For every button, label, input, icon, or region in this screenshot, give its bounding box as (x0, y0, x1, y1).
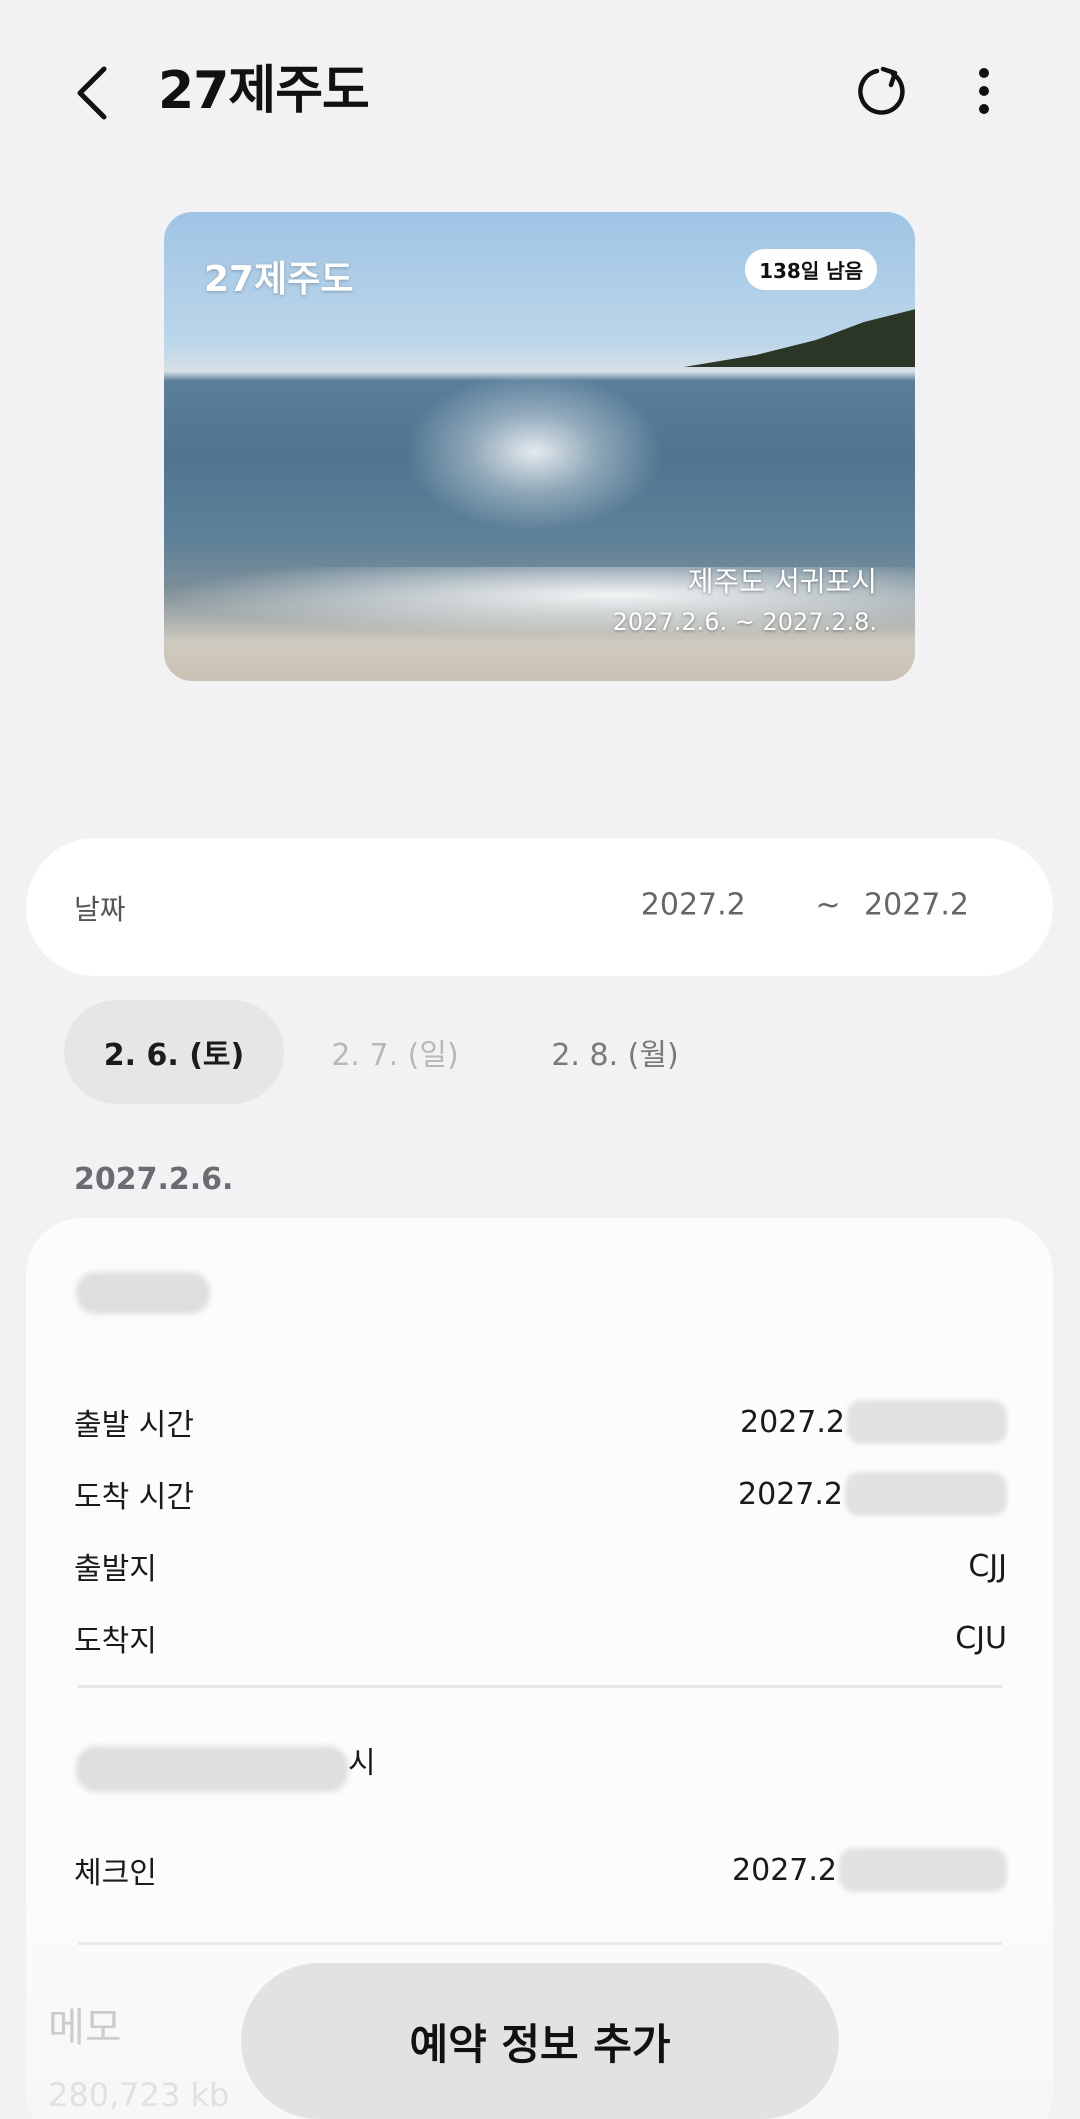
memo-label: 메모 (48, 2005, 122, 2051)
date-start: 2027.2 (640, 887, 746, 923)
tab-day-1[interactable]: 2. 6. (토) (64, 1000, 284, 1104)
back-button[interactable] (62, 58, 122, 128)
redacted-date-end (969, 886, 995, 926)
row-value: 2027.2 (740, 1400, 1007, 1444)
redacted-flight-title (76, 1272, 210, 1314)
card-dates: 2027.2.6. ~ 2027.2.8. (612, 608, 877, 636)
date-label: 날짜 (74, 893, 126, 926)
row-value: 2027.2 (738, 1472, 1007, 1516)
tab-day-2[interactable]: 2. 7. (일) (320, 1000, 470, 1104)
date-end: 2027.2 (864, 887, 969, 923)
refresh-button[interactable] (850, 60, 912, 122)
coastline-image (684, 307, 915, 367)
card-location: 제주도 서귀포시 (687, 565, 877, 598)
flight-row-origin[interactable]: 출발지 CJJ (74, 1536, 1007, 1596)
section-divider (78, 1685, 1002, 1688)
redacted-date-start (745, 886, 792, 926)
trip-cover-card[interactable]: 27제주도 138일 남음 제주도 서귀포시 2027.2.6. ~ 2027.… (164, 212, 915, 681)
app-header: 27제주도 (0, 0, 1080, 185)
row-label: 도착지 (74, 1624, 157, 1659)
days-left-badge: 138일 남음 (745, 249, 877, 290)
flight-row-arrival-time[interactable]: 도착 시간 2027.2 (74, 1464, 1007, 1524)
flight-row-departure-time[interactable]: 출발 시간 2027.2 (74, 1392, 1007, 1452)
more-vertical-icon (979, 68, 989, 114)
section-divider (78, 1942, 1002, 1945)
date-range-value: 2027.2 ~ 2027.2 (641, 886, 995, 926)
row-value: CJJ (968, 1548, 1007, 1584)
flight-row-destination[interactable]: 도착지 CJU (74, 1608, 1007, 1668)
row-label: 도착 시간 (74, 1480, 194, 1515)
page-title: 27제주도 (158, 61, 370, 121)
hotel-row-checkin[interactable]: 체크인 2027.2 (74, 1840, 1007, 1900)
date-range-row[interactable]: 날짜 2027.2 ~ 2027.2 (26, 838, 1053, 976)
row-value: 2027.2 (732, 1848, 1007, 1892)
more-options-button[interactable] (960, 60, 1008, 122)
back-arrow-icon (77, 66, 107, 120)
refresh-icon (858, 66, 905, 115)
redacted-value (839, 1848, 1007, 1892)
date-separator: ~ (815, 887, 841, 923)
row-label: 체크인 (74, 1856, 157, 1891)
row-label: 출발 시간 (74, 1408, 194, 1443)
day-heading: 2027.2.6. (74, 1162, 234, 1197)
card-title: 27제주도 (204, 259, 354, 300)
sea-glare (404, 372, 664, 532)
hotel-title-suffix: 시 (348, 1746, 376, 1781)
row-value: CJU (955, 1620, 1007, 1656)
add-reservation-button[interactable]: 예약 정보 추가 (241, 1963, 839, 2119)
redacted-hotel-title (76, 1746, 348, 1792)
redacted-value (847, 1400, 1007, 1444)
memo-value: 280,723 kb (48, 2076, 230, 2114)
redacted-value (845, 1472, 1007, 1516)
row-label: 출발지 (74, 1552, 157, 1587)
tab-day-3[interactable]: 2. 8. (월) (530, 1000, 700, 1104)
